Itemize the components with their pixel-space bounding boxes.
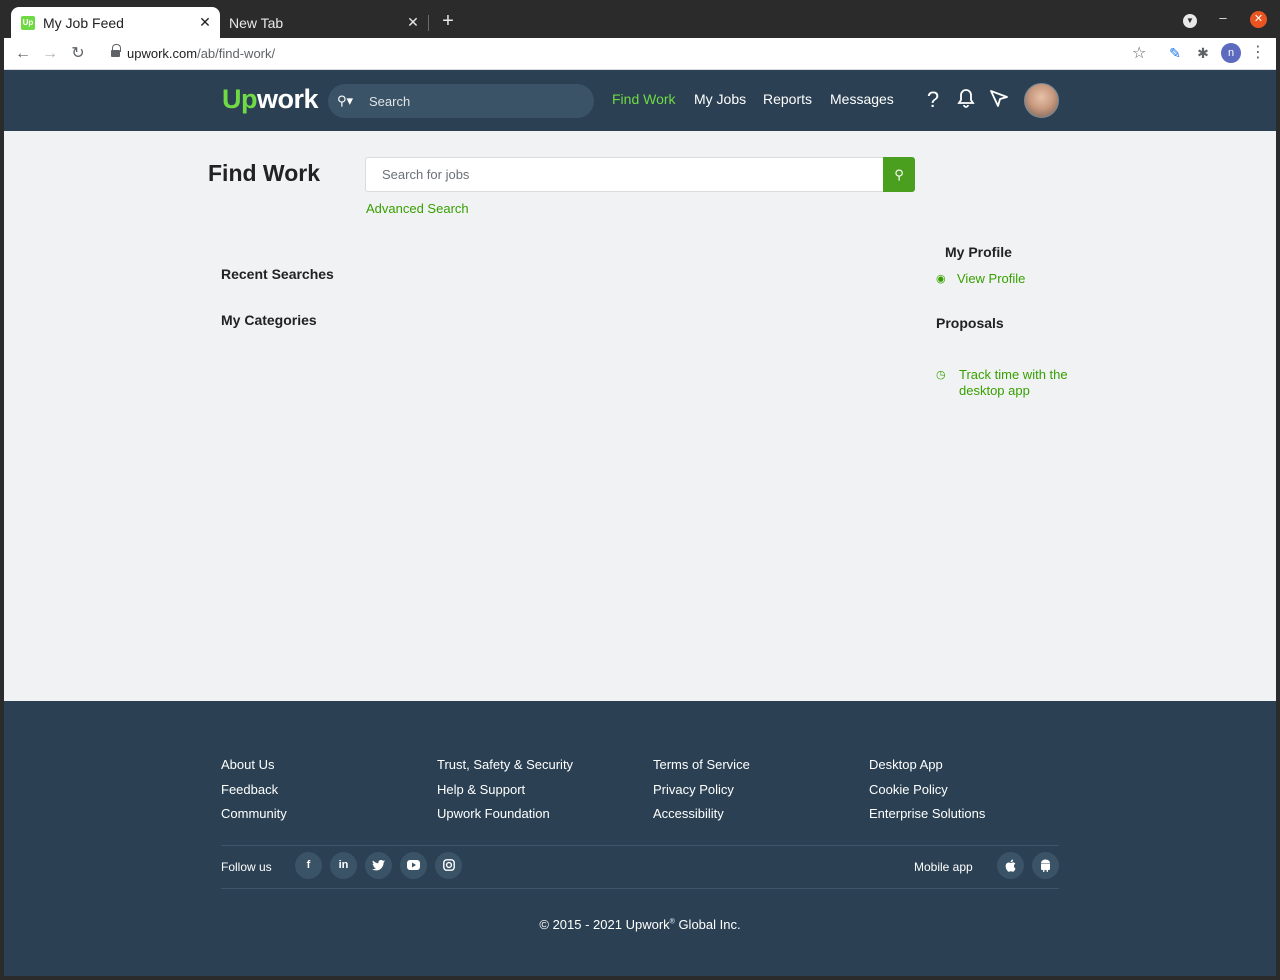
- instagram-icon[interactable]: [435, 852, 462, 879]
- puzzle-icon[interactable]: ✱: [1194, 44, 1212, 62]
- tab-strip: Up My Job Feed ✕ New Tab ✕ + ▼ – ✕: [0, 0, 1280, 38]
- logo-up: Up: [222, 84, 258, 114]
- tab-title: New Tab: [229, 14, 284, 31]
- footer-link[interactable]: Help & Support: [437, 778, 573, 803]
- footer-link[interactable]: Trust, Safety & Security: [437, 753, 573, 778]
- copyright: © 2015 - 2021 Upwork® Global Inc.: [4, 917, 1276, 932]
- footer-link[interactable]: About Us: [221, 753, 287, 778]
- nav-find-work[interactable]: Find Work: [612, 91, 676, 107]
- search-icon[interactable]: ⚲▾: [337, 93, 365, 109]
- url-host: upwork.com: [127, 46, 198, 61]
- linkedin-icon[interactable]: in: [330, 852, 357, 879]
- tab-close-icon[interactable]: ✕: [195, 14, 215, 31]
- track-time-label: Track time with the desktop app: [959, 367, 1068, 398]
- page: Upwork ⚲▾ Search Find Work My Jobs Repor…: [4, 70, 1276, 976]
- header-search-placeholder: Search: [369, 93, 411, 109]
- minimize-icon[interactable]: –: [1215, 10, 1231, 25]
- my-profile-heading: My Profile: [945, 244, 1012, 260]
- eye-icon: ◉: [936, 273, 946, 285]
- recent-searches-heading: Recent Searches: [221, 266, 334, 282]
- footer-link[interactable]: Feedback: [221, 778, 287, 803]
- footer-link[interactable]: Upwork Foundation: [437, 802, 573, 827]
- arrow-left-icon[interactable]: ←: [13, 44, 33, 64]
- my-categories-heading: My Categories: [221, 312, 317, 328]
- footer-divider: [221, 845, 1059, 846]
- mobile-app-label: Mobile app: [914, 860, 973, 874]
- send-icon[interactable]: [988, 88, 1010, 112]
- copyright-text: © 2015 - 2021 Upwork: [539, 917, 670, 932]
- address-bar[interactable]: upwork.com/ab/find-work/: [102, 41, 1162, 67]
- nav-reports[interactable]: Reports: [763, 91, 812, 107]
- twitter-icon[interactable]: [365, 852, 392, 879]
- facebook-icon[interactable]: f: [295, 852, 322, 879]
- arrow-right-icon[interactable]: →: [40, 44, 60, 64]
- footer-column: About Us Feedback Community: [221, 753, 287, 827]
- tab-my-job-feed[interactable]: Up My Job Feed ✕: [11, 7, 220, 38]
- bell-icon[interactable]: [955, 88, 977, 112]
- stopwatch-icon: ◷: [936, 369, 946, 381]
- user-avatar[interactable]: [1024, 83, 1059, 118]
- footer-link[interactable]: Accessibility: [653, 802, 750, 827]
- url-text: upwork.com/ab/find-work/: [127, 46, 275, 61]
- tab-title: My Job Feed: [43, 14, 124, 31]
- footer-divider: [221, 888, 1059, 889]
- star-icon[interactable]: ☆: [1132, 43, 1146, 63]
- tab-new-tab[interactable]: New Tab ✕: [222, 7, 428, 38]
- window-bottom-border: [0, 976, 1280, 980]
- youtube-icon[interactable]: [400, 852, 427, 879]
- footer-link[interactable]: Desktop App: [869, 753, 985, 778]
- lock-icon: [111, 44, 121, 58]
- apple-icon[interactable]: [997, 852, 1024, 879]
- browser-chrome: Up My Job Feed ✕ New Tab ✕ + ▼ – ✕ ← → ↻…: [0, 0, 1280, 70]
- window-close-icon[interactable]: ✕: [1250, 11, 1267, 28]
- nav-my-jobs[interactable]: My Jobs: [694, 91, 746, 107]
- view-profile-label: View Profile: [957, 271, 1026, 286]
- footer-column: Terms of Service Privacy Policy Accessib…: [653, 753, 750, 827]
- reload-icon[interactable]: ↻: [68, 44, 88, 64]
- url-path: /ab/find-work/: [197, 46, 276, 61]
- tab-close-icon[interactable]: ✕: [403, 14, 423, 31]
- browser-toolbar: ← → ↻ upwork.com/ab/find-work/ ☆ ✎ ✱ n ⋮: [4, 38, 1276, 70]
- tab-separator: [428, 15, 429, 31]
- job-search-button[interactable]: ⚲: [883, 157, 915, 192]
- footer: About Us Feedback Community Trust, Safet…: [4, 701, 1276, 976]
- copyright-suffix: Global Inc.: [674, 917, 741, 932]
- track-time-link[interactable]: ◷ Track time with the desktop app: [936, 367, 1069, 399]
- advanced-search-link[interactable]: Advanced Search: [366, 201, 469, 216]
- footer-column: Trust, Safety & Security Help & Support …: [437, 753, 573, 827]
- page-title: Find Work: [208, 160, 321, 186]
- pin-icon[interactable]: ✎: [1166, 44, 1184, 62]
- new-tab-plus-icon[interactable]: +: [437, 10, 459, 32]
- header-search[interactable]: ⚲▾ Search: [328, 84, 594, 118]
- footer-link[interactable]: Community: [221, 802, 287, 827]
- kebab-icon[interactable]: ⋮: [1250, 44, 1266, 62]
- app-header: Upwork ⚲▾ Search Find Work My Jobs Repor…: [4, 70, 1276, 131]
- job-search-input[interactable]: [366, 158, 883, 191]
- view-profile-link[interactable]: ◉ View Profile: [936, 271, 1025, 286]
- job-search-field[interactable]: [365, 157, 883, 192]
- logo-rest: work: [257, 84, 319, 114]
- upwork-logo[interactable]: Upwork: [222, 84, 319, 115]
- help-icon[interactable]: ?: [922, 88, 944, 112]
- proposals-heading: Proposals: [936, 315, 1004, 331]
- tab-search-chevron-icon[interactable]: ▼: [1183, 14, 1197, 28]
- upwork-favicon-icon: Up: [21, 15, 35, 30]
- android-icon[interactable]: [1032, 852, 1059, 879]
- footer-link[interactable]: Terms of Service: [653, 753, 750, 778]
- search-icon: ⚲: [894, 167, 904, 182]
- footer-link[interactable]: Cookie Policy: [869, 778, 985, 803]
- footer-column: Desktop App Cookie Policy Enterprise Sol…: [869, 753, 985, 827]
- nav-messages[interactable]: Messages: [830, 91, 894, 107]
- footer-link[interactable]: Enterprise Solutions: [869, 802, 985, 827]
- profile-avatar[interactable]: n: [1221, 43, 1241, 63]
- footer-link[interactable]: Privacy Policy: [653, 778, 750, 803]
- follow-us-label: Follow us: [221, 860, 272, 874]
